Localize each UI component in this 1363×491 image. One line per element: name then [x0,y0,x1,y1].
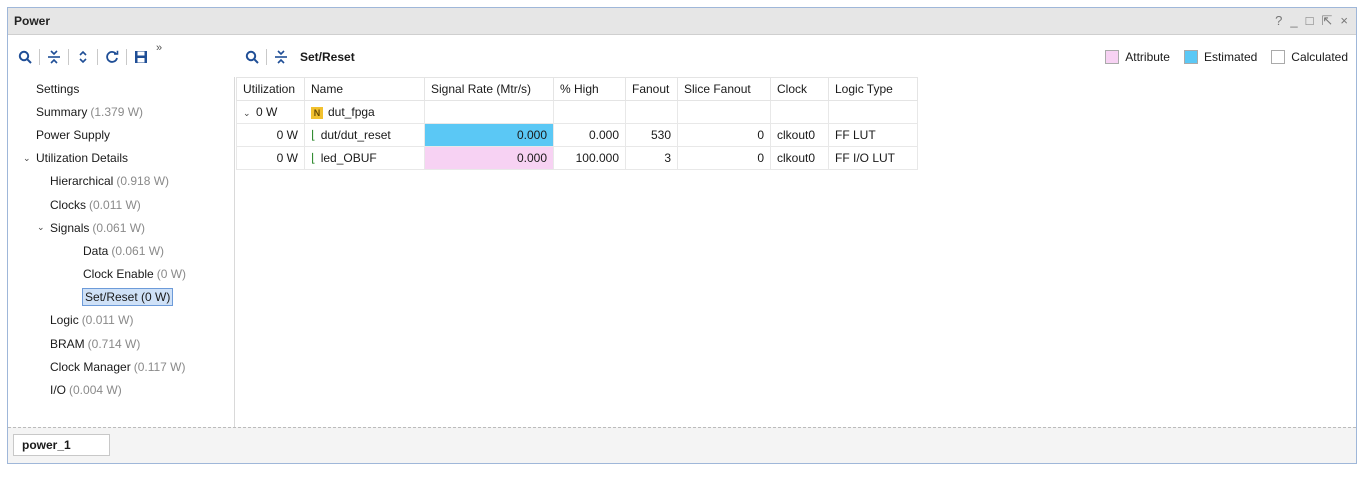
chevron-down-icon[interactable]: ⌄ [23,153,33,164]
search-icon[interactable] [14,46,36,68]
selected-tree-label[interactable]: Set/Reset (0 W) [82,288,174,307]
tree-item-hierarchical[interactable]: Hierarchical (0.918 W) [8,170,234,193]
fanout-cell [625,100,678,124]
column-header-percent-high[interactable]: % High [553,77,626,101]
signal-icon: ⌊ [311,128,316,142]
help-icon[interactable]: ? [1275,13,1282,29]
clock-cell: clkout0 [770,123,829,147]
column-header-name[interactable]: Name [304,77,425,101]
toolbar-separator [97,48,98,65]
bottom-tab-bar: power_1 [8,427,1356,463]
title-bar: Power ? _ □ ⇱ × [8,8,1356,35]
window-controls: ? _ □ ⇱ × [1275,13,1348,29]
signal-icon: ⌊ [311,151,316,165]
maximize-icon[interactable]: □ [1306,13,1314,29]
save-icon[interactable] [130,46,152,68]
slice-fanout-cell [677,100,771,124]
tree-item-set-reset[interactable]: Set/Reset (0 W) [8,286,234,309]
float-icon[interactable]: ⇱ [1322,13,1333,29]
minimize-icon[interactable]: _ [1290,13,1297,29]
tree-item-clock-manager[interactable]: Clock Manager (0.117 W) [8,355,234,378]
tree-item-clocks[interactable]: Clocks (0.011 W) [8,193,234,216]
left-toolbar: » [8,36,235,77]
tree-item-data[interactable]: Data (0.061 W) [8,239,234,262]
right-toolbar: Set/Reset Attribute Estimated Calculated [235,36,1356,77]
name-cell: Ndut_fpga [304,100,425,124]
search-icon[interactable] [241,46,263,68]
legend-item-attribute: Attribute [1105,49,1170,64]
tree-item-io[interactable]: I/O (0.004 W) [8,378,234,401]
window-title: Power [14,14,51,28]
toolbar-separator [68,48,69,65]
tree-item-utilization-details[interactable]: ⌄ Utilization Details [8,147,234,170]
module-icon: N [311,107,323,119]
table-row[interactable]: ⌄ 0 W Ndut_fpga [236,100,918,124]
tab-power-1[interactable]: power_1 [13,434,110,456]
logic-type-cell [828,100,918,124]
table-header-row: Utilization Name Signal Rate (Mtr/s) % H… [236,77,918,101]
logic-type-cell: FF I/O LUT [828,146,918,170]
percent-high-cell[interactable]: 100.000 [553,146,626,170]
tree-item-bram[interactable]: BRAM (0.714 W) [8,332,234,355]
column-header-signal-rate[interactable]: Signal Rate (Mtr/s) [424,77,554,101]
clock-cell: clkout0 [770,146,829,170]
name-cell: ⌊ led_OBUF [304,146,425,170]
calculated-swatch [1271,49,1286,64]
table-row[interactable]: 0 W ⌊ led_OBUF 0.000 100.000 3 0 clkout0 … [236,146,918,170]
fanout-cell: 3 [625,146,678,170]
breadcrumb: Set/Reset [300,49,355,64]
tree-item-summary[interactable]: Summary (1.379 W) [8,100,234,123]
percent-high-cell[interactable] [553,100,626,124]
chevron-down-icon[interactable]: ⌄ [37,222,47,233]
clock-cell [770,100,829,124]
expand-all-icon[interactable] [72,46,94,68]
toolbar-separator [39,48,40,65]
column-header-clock[interactable]: Clock [770,77,829,101]
logic-type-cell: FF LUT [828,123,918,147]
tree-item-settings[interactable]: Settings [8,77,234,100]
color-legend: Attribute Estimated Calculated [1097,49,1348,64]
tree-item-power-supply[interactable]: Power Supply [8,123,234,146]
legend-item-estimated: Estimated [1183,49,1257,64]
close-icon[interactable]: × [1340,13,1348,29]
fanout-cell: 530 [625,123,678,147]
table-row[interactable]: 0 W ⌊ dut/dut_reset 0.000 0.000 530 0 clk… [236,123,918,147]
navigation-tree: Settings Summary (1.379 W) Power Supply ⌄… [8,77,235,427]
toolbar-separator [126,48,127,65]
collapse-all-icon[interactable] [43,46,65,68]
power-window: Power ? _ □ ⇱ × » Set/Reset Attribute Es… [7,7,1357,464]
name-cell: ⌊ dut/dut_reset [304,123,425,147]
signal-rate-cell[interactable]: 0.000 [424,123,554,147]
utilization-cell: 0 W [236,123,305,147]
refresh-icon[interactable] [101,46,123,68]
chevron-down-icon[interactable]: ⌄ [243,108,253,119]
collapse-all-icon[interactable] [270,46,292,68]
window-body: » Set/Reset Attribute Estimated Calculat… [8,36,1356,463]
toolbar-separator [266,48,267,65]
column-header-slice-fanout[interactable]: Slice Fanout [677,77,771,101]
column-header-utilization[interactable]: Utilization [236,77,305,101]
slice-fanout-cell: 0 [677,146,771,170]
signal-rate-cell[interactable] [424,100,554,124]
utilization-cell: 0 W [236,146,305,170]
signals-table-pane: Utilization Name Signal Rate (Mtr/s) % H… [236,77,1356,427]
more-icon[interactable]: » [156,42,162,54]
attribute-swatch [1105,49,1120,64]
tree-item-clock-enable[interactable]: Clock Enable (0 W) [8,263,234,286]
signals-table: Utilization Name Signal Rate (Mtr/s) % H… [236,77,918,170]
column-header-fanout[interactable]: Fanout [625,77,678,101]
utilization-cell: ⌄ 0 W [236,100,305,124]
tree-item-logic[interactable]: Logic (0.011 W) [8,309,234,332]
slice-fanout-cell: 0 [677,123,771,147]
tree-item-signals[interactable]: ⌄ Signals (0.061 W) [8,216,234,239]
estimated-swatch [1183,49,1198,64]
legend-item-calculated: Calculated [1271,49,1348,64]
column-header-logic-type[interactable]: Logic Type [828,77,918,101]
percent-high-cell[interactable]: 0.000 [553,123,626,147]
signal-rate-cell[interactable]: 0.000 [424,146,554,170]
